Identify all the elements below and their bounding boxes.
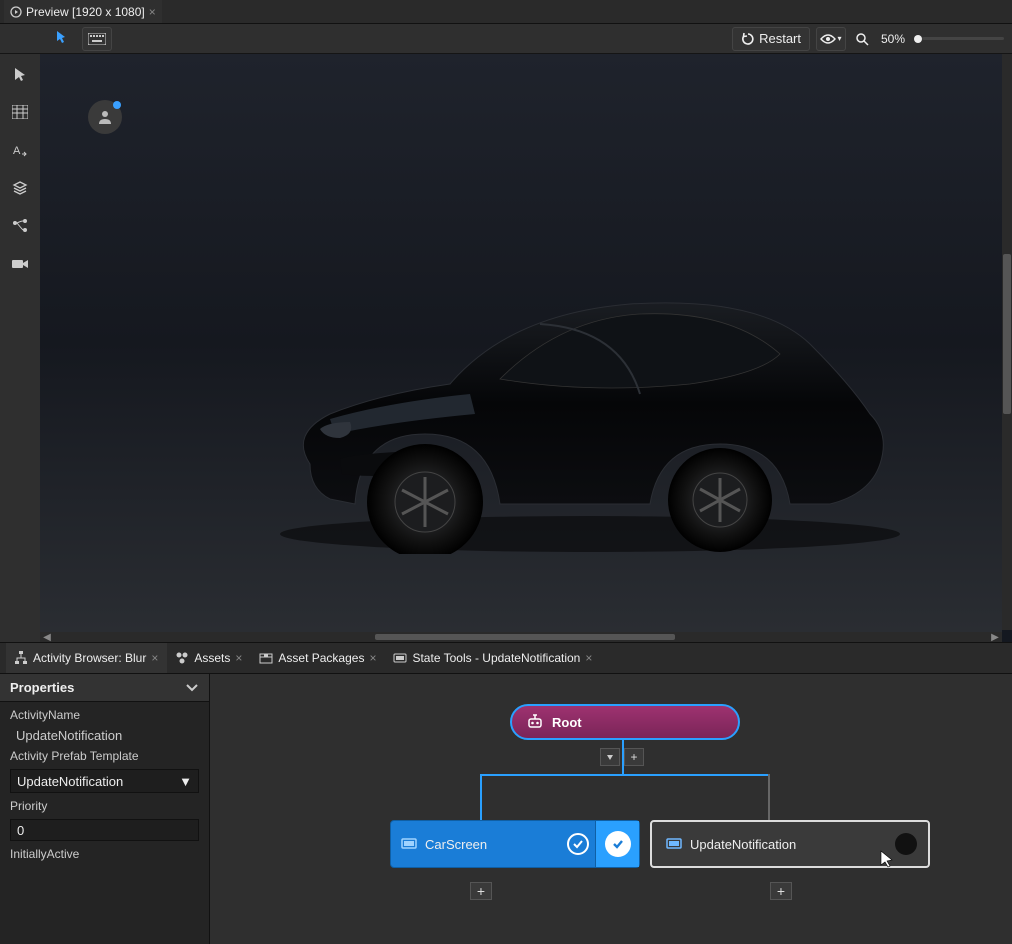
tab-assets[interactable]: Assets ×	[167, 643, 251, 673]
collapse-chip[interactable]	[600, 748, 620, 766]
dropdown-chevron-icon: ▼	[179, 774, 192, 789]
zoom-slider[interactable]	[914, 35, 1004, 43]
close-icon[interactable]: ×	[585, 651, 592, 665]
prefab-template-value: UpdateNotification	[17, 774, 123, 789]
close-icon[interactable]: ×	[151, 651, 158, 665]
check-badge	[567, 833, 589, 855]
state-dot	[895, 833, 917, 855]
properties-panel: Properties ActivityName UpdateNotificati…	[0, 674, 210, 944]
preview-tab-label: Preview [1920 x 1080]	[26, 5, 145, 19]
close-icon[interactable]: ×	[149, 5, 156, 19]
slider-handle[interactable]	[914, 35, 922, 43]
text-transform-tool[interactable]: A	[6, 136, 34, 164]
prefab-template-label: Activity Prefab Template	[10, 749, 199, 763]
priority-label: Priority	[10, 799, 199, 813]
tab-asset-packages[interactable]: Asset Packages ×	[251, 643, 385, 673]
touch-pointer-icon[interactable]	[46, 27, 76, 51]
prefab-template-select[interactable]: UpdateNotification ▼	[10, 769, 199, 793]
check-icon	[611, 837, 625, 851]
camera-tool[interactable]	[6, 250, 34, 278]
left-toolbar: A	[0, 54, 40, 642]
eye-icon	[820, 33, 836, 45]
close-icon[interactable]: ×	[369, 651, 376, 665]
zoom-search-button[interactable]	[852, 27, 872, 51]
tab-label: Assets	[194, 651, 230, 665]
check-icon	[572, 838, 584, 850]
preview-viewport[interactable]	[40, 54, 1002, 632]
package-icon	[259, 651, 273, 665]
play-icon	[10, 6, 22, 18]
keyboard-button[interactable]	[82, 27, 112, 51]
triangle-icon	[605, 752, 615, 762]
close-icon[interactable]: ×	[235, 651, 242, 665]
zoom-level: 50%	[878, 32, 908, 46]
magnifier-icon	[855, 32, 869, 46]
visibility-button[interactable]: ▾	[816, 27, 846, 51]
tab-label: Activity Browser: Blur	[33, 651, 146, 665]
root-node[interactable]: Root	[510, 704, 740, 740]
add-child-chip[interactable]: +	[624, 748, 644, 766]
restart-label: Restart	[759, 31, 801, 46]
state-icon	[393, 651, 407, 665]
grid-tool[interactable]	[6, 98, 34, 126]
layers-tool[interactable]	[6, 174, 34, 202]
preview-tab[interactable]: Preview [1920 x 1080] ×	[4, 0, 162, 23]
select-tool[interactable]	[6, 60, 34, 88]
carscreen-active-indicator[interactable]	[595, 821, 639, 867]
person-icon	[96, 108, 114, 126]
activity-name-label: ActivityName	[10, 708, 199, 722]
carscreen-label: CarScreen	[425, 837, 487, 852]
activity-graph[interactable]: Root + CarScreen UpdateNotification	[210, 674, 1012, 944]
properties-title: Properties	[10, 680, 74, 695]
tab-activity-browser[interactable]: Activity Browser: Blur ×	[6, 643, 167, 673]
properties-header[interactable]: Properties	[0, 674, 209, 702]
restart-button[interactable]: Restart	[732, 27, 810, 51]
restart-icon	[741, 32, 755, 46]
user-avatar[interactable]	[88, 100, 122, 134]
scroll-left-arrow[interactable]: ◀	[40, 632, 54, 643]
link-line	[480, 774, 482, 820]
tree-icon	[14, 651, 28, 665]
tab-label: Asset Packages	[278, 651, 364, 665]
assets-icon	[175, 651, 189, 665]
lower-tab-bar: Activity Browser: Blur × Assets × Asset …	[0, 642, 1012, 674]
horizontal-scrollbar[interactable]: ◀ ▶	[40, 632, 1002, 642]
scrollbar-thumb[interactable]	[1003, 254, 1011, 414]
priority-input[interactable]	[10, 819, 199, 841]
link-line	[768, 774, 770, 820]
activity-editor-panel: AUTO Properties ActivityName UpdateNotif…	[0, 674, 1012, 944]
scroll-right-arrow[interactable]: ▶	[988, 632, 1002, 643]
link-line	[480, 774, 770, 776]
flow-tool[interactable]	[6, 212, 34, 240]
mouse-cursor-icon	[880, 850, 894, 868]
add-child-button[interactable]: +	[470, 882, 492, 900]
top-tab-bar: Preview [1920 x 1080] ×	[0, 0, 1012, 24]
preview-toolbar: Restart ▾ 50%	[0, 24, 1012, 54]
tab-state-tools[interactable]: State Tools - UpdateNotification ×	[385, 643, 601, 673]
root-node-label: Root	[552, 715, 582, 730]
screen-icon	[666, 837, 682, 851]
svg-text:A: A	[13, 145, 21, 157]
robot-icon	[526, 713, 544, 731]
initially-active-label: InitiallyActive	[10, 847, 199, 861]
updatenotification-label: UpdateNotification	[690, 837, 796, 852]
scrollbar-thumb[interactable]	[375, 634, 675, 640]
viewport-wrap: ◀ ▶	[40, 54, 1012, 642]
tab-label: State Tools - UpdateNotification	[412, 651, 580, 665]
activity-name-value: UpdateNotification	[10, 728, 199, 743]
screen-icon	[401, 837, 417, 851]
upper-area: A	[0, 54, 1012, 642]
car-model	[270, 234, 910, 554]
chevron-down-icon[interactable]	[185, 683, 199, 693]
carscreen-node[interactable]: CarScreen	[390, 820, 640, 868]
vertical-scrollbar[interactable]	[1002, 54, 1012, 630]
add-child-button[interactable]: +	[770, 882, 792, 900]
link-line	[622, 740, 624, 774]
slider-track	[922, 37, 1004, 40]
